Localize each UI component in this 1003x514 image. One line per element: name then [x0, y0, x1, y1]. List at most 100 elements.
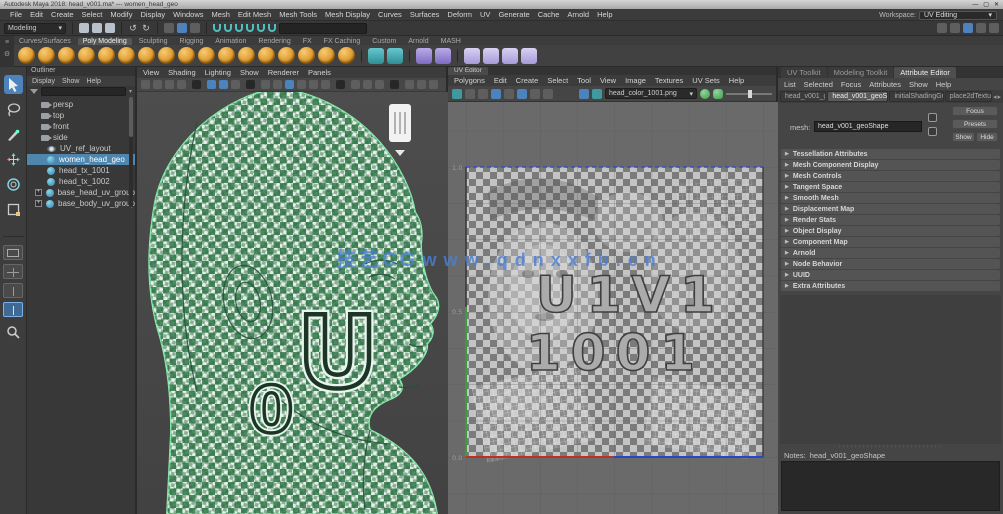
shelf-tab[interactable]: Rigging: [175, 38, 209, 45]
separator[interactable]: [409, 50, 410, 62]
template-toggle-checkbox[interactable]: [928, 127, 937, 136]
multi-cut-icon[interactable]: [416, 48, 432, 64]
menu-item[interactable]: Help: [593, 10, 616, 19]
notes-text-area[interactable]: [781, 461, 1000, 511]
image-plane-icon[interactable]: [207, 80, 216, 89]
poly-plane-icon[interactable]: [118, 47, 135, 64]
menu-item[interactable]: Cache: [534, 10, 564, 19]
separator[interactable]: [157, 22, 158, 34]
menu-item[interactable]: Select: [78, 10, 107, 19]
attribute-section-header[interactable]: Mesh Controls: [781, 171, 1000, 181]
display-toggle-checkbox[interactable]: [928, 113, 937, 122]
uv-menu-item[interactable]: Image: [625, 76, 646, 85]
menu-item[interactable]: Arnold: [563, 10, 593, 19]
uv-menu-item[interactable]: UV Sets: [692, 76, 720, 85]
undo-icon[interactable]: ↺: [128, 23, 138, 33]
outliner-item[interactable]: UV_ref_layout: [27, 143, 135, 154]
poly-platonic-icon[interactable]: [158, 47, 175, 64]
separator[interactable]: [192, 80, 201, 89]
shelf-tab[interactable]: Poly Modeling: [78, 38, 132, 45]
attribute-section-header[interactable]: UUID: [781, 270, 1000, 280]
scale-tool[interactable]: [4, 200, 23, 219]
snap-curve-icon[interactable]: [224, 24, 232, 32]
layout-uv-persp[interactable]: [3, 302, 23, 317]
rotate-tool[interactable]: [4, 175, 23, 194]
attribute-section-header[interactable]: Tangent Space: [781, 182, 1000, 192]
select-object-icon[interactable]: [177, 23, 187, 33]
node-tab[interactable]: place2dTexture1: [945, 91, 992, 102]
uv-flip-icon[interactable]: [491, 89, 501, 99]
outliner-item[interactable]: + base_body_uv_group: [27, 198, 135, 209]
close-button[interactable]: ✕: [994, 1, 999, 8]
poly-cylinder-icon[interactable]: [58, 47, 75, 64]
lighting-icon[interactable]: [297, 80, 306, 89]
move-tool[interactable]: [4, 150, 23, 169]
uv-menu-item[interactable]: Edit: [494, 76, 507, 85]
menu-item[interactable]: Curves: [374, 10, 406, 19]
separator[interactable]: [361, 50, 362, 62]
filter-icon[interactable]: [30, 89, 38, 94]
uv-texture-toggle-icon[interactable]: [579, 89, 589, 99]
xray-icon[interactable]: [363, 80, 372, 89]
menu-item[interactable]: Surfaces: [406, 10, 444, 19]
attribute-section-header[interactable]: Object Display: [781, 226, 1000, 236]
menu-item[interactable]: Edit: [26, 10, 47, 19]
show-button[interactable]: Show: [952, 132, 975, 142]
attribute-section-header[interactable]: Smooth Mesh: [781, 193, 1000, 203]
shelf-gear-icon[interactable]: ⚙: [4, 50, 10, 58]
two-d-pan-zoom-icon[interactable]: [219, 80, 228, 89]
viewport-menu-item[interactable]: Show: [240, 68, 259, 77]
uv-rotate-icon[interactable]: [478, 89, 488, 99]
camera-lock-icon[interactable]: [165, 80, 174, 89]
uv-automatic-projection-icon[interactable]: [483, 48, 499, 64]
tool-settings-toggle[interactable]: [976, 23, 986, 33]
poly-spherical-harmonics-icon[interactable]: [318, 47, 335, 64]
attribute-section-header[interactable]: Mesh Component Display: [781, 160, 1000, 170]
screen-space-ao-icon[interactable]: [321, 80, 330, 89]
uv-shade-icon[interactable]: [530, 89, 540, 99]
tab-scroll-right-icon[interactable]: ▸: [997, 93, 1001, 101]
outliner-item[interactable]: side: [27, 132, 135, 143]
outliner-item[interactable]: women_head_geo: [27, 154, 135, 165]
layout-two-pane-side-by-side[interactable]: [3, 283, 23, 298]
outliner-search-input[interactable]: [41, 87, 126, 96]
ae-menu-item[interactable]: Attributes: [869, 80, 901, 89]
outliner-item[interactable]: front: [27, 121, 135, 132]
ae-menu-item[interactable]: Selected: [804, 80, 833, 89]
shaded-icon[interactable]: [273, 80, 282, 89]
attribute-section-header[interactable]: Node Behavior: [781, 259, 1000, 269]
separator[interactable]: [336, 80, 345, 89]
separator[interactable]: [121, 22, 122, 34]
isolate-select-icon[interactable]: [351, 80, 360, 89]
select-hierarchy-icon[interactable]: [164, 23, 174, 33]
shelf-tab[interactable]: Sculpting: [134, 38, 173, 45]
shelf-tab[interactable]: FX Caching: [319, 38, 366, 45]
snap-view-plane-icon[interactable]: [257, 24, 265, 32]
uv-menu-item[interactable]: Textures: [655, 76, 683, 85]
snap-grid-icon[interactable]: [213, 24, 221, 32]
bookmark-icon[interactable]: [177, 80, 186, 89]
menu-item[interactable]: Modify: [106, 10, 136, 19]
xray-joints-icon[interactable]: [375, 80, 384, 89]
uv-menu-item[interactable]: Help: [729, 76, 744, 85]
menu-item[interactable]: Windows: [169, 10, 207, 19]
channel-box-toggle[interactable]: [989, 23, 999, 33]
poly-pyramid-icon[interactable]: [178, 47, 195, 64]
ae-menu-item[interactable]: List: [784, 80, 796, 89]
quick-select-field[interactable]: [279, 23, 367, 34]
snap-projected-center-icon[interactable]: [246, 24, 254, 32]
minimize-button[interactable]: —: [972, 2, 978, 8]
outliner-item[interactable]: + base_head_uv_group: [27, 187, 135, 198]
select-tool[interactable]: [4, 75, 23, 94]
view-transform-icon[interactable]: [429, 80, 438, 89]
poly-prism-icon[interactable]: [198, 47, 215, 64]
viewport-menu-item[interactable]: Renderer: [268, 68, 299, 77]
poly-helix-icon[interactable]: [238, 47, 255, 64]
ae-menu-item[interactable]: Help: [936, 80, 951, 89]
menu-item[interactable]: Generate: [494, 10, 533, 19]
menu-item[interactable]: UV: [476, 10, 494, 19]
poly-torus-icon[interactable]: [98, 47, 115, 64]
wireframe-icon[interactable]: [261, 80, 270, 89]
node-tab[interactable]: head_v001_geoShape: [827, 91, 888, 102]
image-dim-slider[interactable]: [726, 93, 772, 95]
